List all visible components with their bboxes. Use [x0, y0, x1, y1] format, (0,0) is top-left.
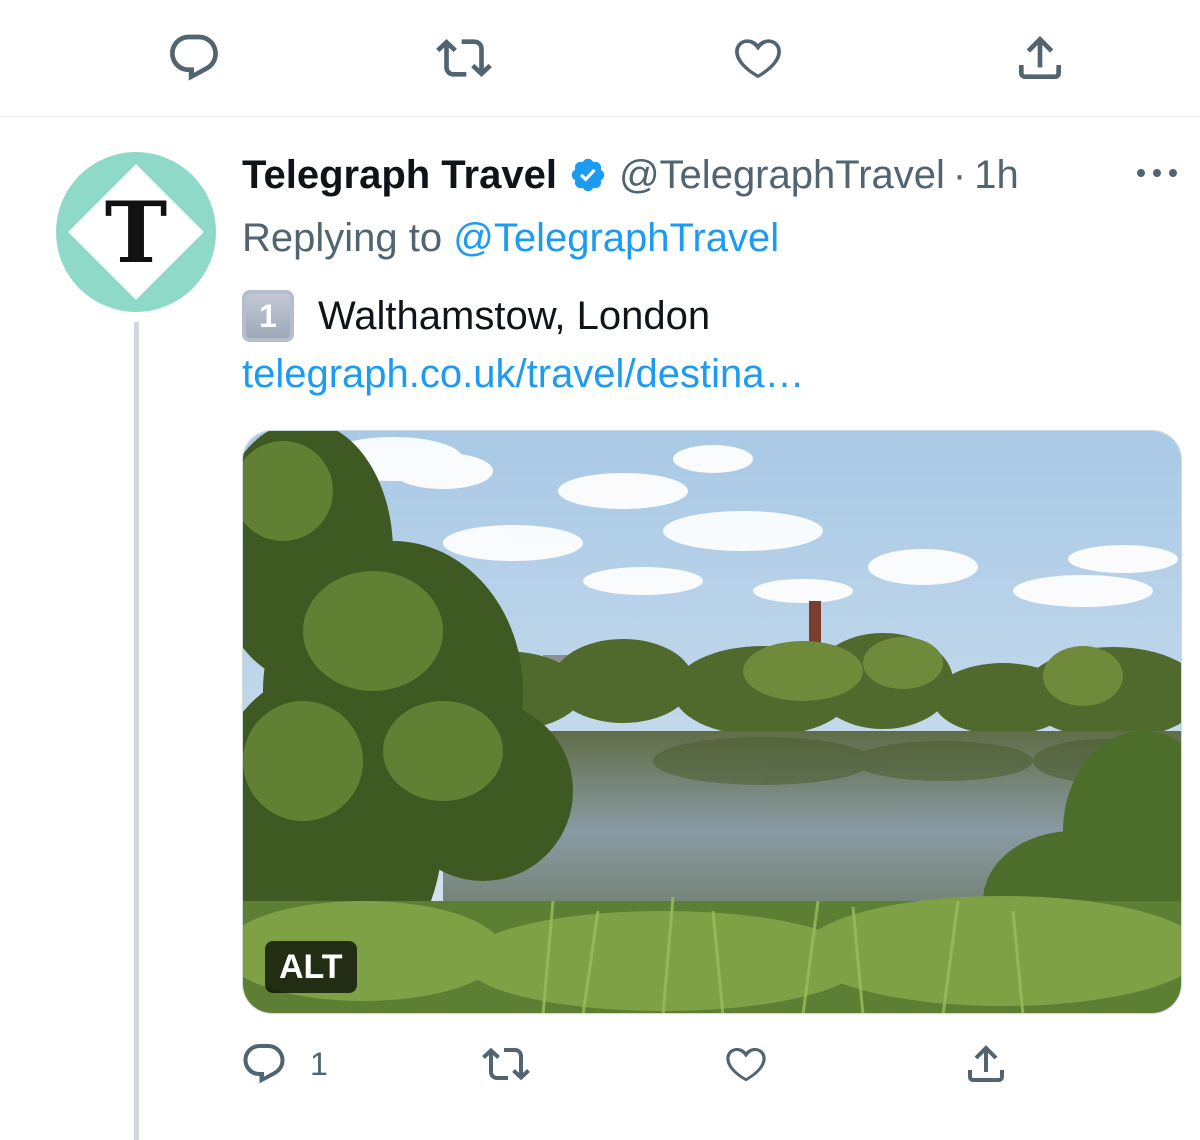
reply-icon — [166, 30, 222, 86]
tweet-url-link[interactable]: telegraph.co.uk/travel/destina… — [242, 352, 805, 397]
lake-photo-illustration — [243, 431, 1181, 1013]
reply-icon — [240, 1040, 288, 1088]
like-button[interactable] — [730, 30, 786, 86]
tweet-body-text: Walthamstow, London — [318, 293, 711, 338]
alt-text-badge[interactable]: ALT — [265, 941, 357, 993]
tweet-timestamp[interactable]: 1h — [974, 153, 1019, 198]
previous-tweet-action-bar — [0, 0, 1200, 117]
avatar-logo-letter: T — [104, 182, 168, 282]
author-handle[interactable]: @TelegraphTravel — [619, 153, 945, 198]
verified-badge-icon — [569, 156, 607, 194]
heart-icon — [730, 30, 786, 86]
retweet-button[interactable] — [482, 1040, 530, 1088]
keycap-number-emoji: 1 — [242, 290, 294, 342]
replying-to-handle-link[interactable]: @TelegraphTravel — [453, 216, 779, 260]
like-button[interactable] — [722, 1040, 770, 1088]
header-separator: · — [952, 152, 967, 197]
heart-icon — [722, 1040, 770, 1088]
author-name[interactable]: Telegraph Travel — [242, 153, 557, 198]
author-avatar[interactable]: T — [56, 152, 216, 312]
share-icon — [962, 1040, 1010, 1088]
retweet-icon — [482, 1040, 530, 1088]
share-icon — [1012, 30, 1068, 86]
share-button[interactable] — [1012, 30, 1068, 86]
more-dots-icon — [1133, 166, 1181, 180]
retweet-icon — [436, 30, 492, 86]
tweet-header: Telegraph Travel @TelegraphTravel · 1h — [242, 150, 1019, 200]
reply-button[interactable] — [166, 30, 222, 86]
share-button[interactable] — [962, 1040, 1010, 1088]
tweet-media-image[interactable]: ALT — [242, 430, 1182, 1014]
reply-count: 1 — [310, 1045, 328, 1082]
tweet-text: 1 Walthamstow, London — [242, 290, 710, 342]
retweet-button[interactable] — [436, 30, 492, 86]
replying-prefix: Replying to — [242, 216, 443, 260]
thread-connector-line — [134, 322, 139, 1140]
reply-button[interactable]: 1 — [240, 1040, 328, 1088]
replying-to-line: Replying to @TelegraphTravel — [242, 216, 779, 261]
more-options-button[interactable] — [1132, 158, 1182, 188]
